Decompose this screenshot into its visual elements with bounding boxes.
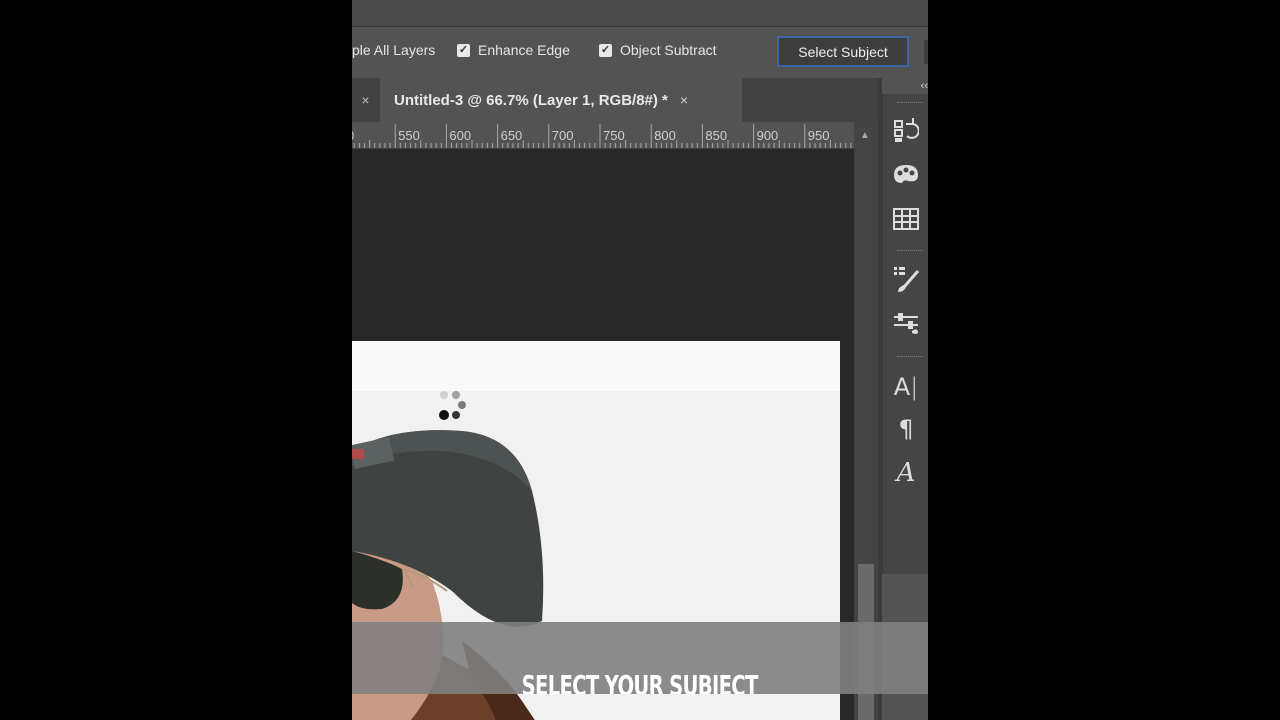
ruler-tick-label: 800 [654,128,676,143]
paragraph-icon[interactable]: ¶ [889,414,923,444]
photoshop-window: ple All Layers ✓ Enhance Edge ✓ Object S… [352,0,928,720]
object-subtract-label: Object Subtract [620,42,717,58]
enhance-edge-label: Enhance Edge [478,42,570,58]
object-subtract-checkbox[interactable]: ✓ [599,43,612,57]
ruler-tick-label: 950 [808,128,830,143]
grip-handle[interactable] [897,102,923,106]
panel-icon-column: A | ¶ A [882,94,928,574]
ruler-tick-label: 700 [552,128,574,143]
collapse-panel-icon[interactable]: ‹‹ [921,80,928,92]
history-icon[interactable] [889,116,923,146]
enhance-edge-checkbox[interactable]: ✓ [457,43,470,57]
glyphs-icon[interactable]: A [889,458,923,488]
object-subtract-option[interactable]: ✓ Object Subtract [599,42,717,58]
caption-banner-text-wrap: SELECT YOUR SUBJECT [352,622,928,695]
ruler-tick-label: 550 [398,128,420,143]
scroll-up-icon[interactable]: ▲ [860,130,870,141]
previous-tab-close-icon[interactable]: × [352,78,379,122]
sample-all-layers-option[interactable]: ple All Layers [352,42,435,58]
select-subject-button[interactable]: Select Subject [777,36,909,67]
ruler-tick-label: 600 [449,128,471,143]
ruler-tick-label: 850 [705,128,727,143]
color-palette-icon[interactable] [889,160,923,190]
ruler-tick-label: 900 [757,128,779,143]
menu-strip [352,0,928,27]
horizontal-ruler: 055060065070075080085090095010 [352,122,854,149]
grip-handle[interactable] [897,356,923,360]
adjustment-sliders-icon[interactable] [889,308,923,338]
character-icon[interactable]: A | [889,372,923,402]
next-button-edge[interactable] [924,40,928,64]
ruler-tick-label: 0 [352,128,354,143]
tab-title: Untitled-3 @ 66.7% (Layer 1, RGB/8#) * [394,91,668,109]
ruler-tick-label: 750 [603,128,625,143]
document-tab-bar: × Untitled-3 @ 66.7% (Layer 1, RGB/8#) *… [352,78,882,122]
enhance-edge-option[interactable]: ✓ Enhance Edge [457,42,570,58]
tab-untitled-3[interactable]: Untitled-3 @ 66.7% (Layer 1, RGB/8#) * × [380,78,742,122]
tab-close-icon[interactable]: × [680,92,688,108]
ruler-tick-label: 650 [501,128,523,143]
brush-presets-icon[interactable] [889,264,923,294]
caption-text: SELECT YOUR SUBJECT [521,669,759,695]
options-bar: ple All Layers ✓ Enhance Edge ✓ Object S… [352,0,928,78]
ruler-ticks: 055060065070075080085090095010 [352,124,852,148]
swatches-grid-icon[interactable] [889,204,923,234]
grip-handle[interactable] [897,250,923,254]
sample-all-layers-label: ple All Layers [352,42,436,58]
